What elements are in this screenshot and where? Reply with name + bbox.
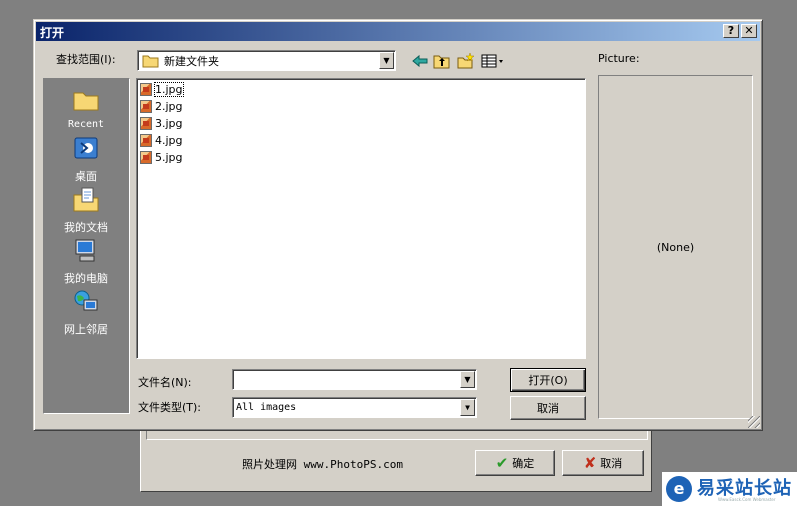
dialog-title: 打开	[40, 26, 65, 40]
filename-label: 文件名(N):	[138, 376, 192, 389]
my-documents-icon	[73, 187, 99, 212]
place-network-places[interactable]: 网上邻居	[45, 288, 127, 337]
file-name: 5.jpg	[155, 150, 183, 164]
file-list[interactable]	[136, 78, 586, 359]
place-my-computer[interactable]: 我的电脑	[45, 237, 127, 286]
checkmark-icon: ✔	[495, 454, 509, 472]
filetype-value: All images	[236, 402, 297, 413]
place-recent[interactable]: Recent	[45, 86, 127, 130]
chevron-down-icon[interactable]: ▼	[460, 371, 475, 388]
file-name: 3.jpg	[155, 116, 183, 130]
ok-button-label: 确定	[512, 457, 535, 470]
close-button[interactable]: ✕	[741, 24, 757, 38]
place-label: Recent	[67, 119, 105, 130]
jpg-file-icon	[140, 150, 152, 164]
list-item[interactable]: 4.jpg	[140, 132, 183, 148]
place-label: 我的电脑	[64, 272, 108, 285]
view-menu-icon[interactable]	[480, 52, 506, 70]
jpg-file-icon	[140, 99, 152, 113]
picture-label: Picture:	[598, 52, 640, 65]
list-item[interactable]: 5.jpg	[140, 149, 183, 165]
look-in-dropdown[interactable]: 新建文件夹 ▼	[137, 50, 396, 71]
place-label: 我的文档	[64, 221, 108, 234]
new-folder-icon[interactable]	[456, 52, 476, 70]
folder-icon	[142, 55, 159, 67]
recent-folder-icon	[73, 92, 99, 111]
preview-panel: (None)	[598, 75, 753, 419]
chevron-down-icon[interactable]: ▼	[379, 52, 394, 69]
watermark-logo-icon: e	[666, 476, 692, 502]
jpg-file-icon	[140, 116, 152, 130]
back-arrow-icon[interactable]	[410, 52, 430, 70]
filename-input[interactable]: ▼	[232, 369, 477, 390]
jpg-file-icon	[140, 82, 152, 96]
background-window-label: 照片处理网 www.PhotoPS.com	[242, 458, 403, 471]
watermark-subtext: Www.Easck.Com Webmaster	[718, 497, 776, 502]
file-name: 4.jpg	[155, 133, 183, 147]
ok-button[interactable]: ✔ 确定	[475, 450, 555, 476]
cross-icon: ✘	[583, 454, 597, 472]
background-cancel-button[interactable]: ✘ 取消	[562, 450, 644, 476]
file-name: 1.jpg	[154, 81, 184, 97]
my-computer-icon	[75, 239, 95, 262]
network-places-icon	[74, 290, 98, 311]
preview-text: (None)	[656, 240, 695, 254]
place-label: 桌面	[75, 170, 97, 183]
place-desktop[interactable]: 桌面	[45, 135, 127, 184]
file-name: 2.jpg	[155, 99, 183, 113]
title-bar[interactable]	[36, 22, 760, 41]
help-button[interactable]: ?	[723, 24, 739, 38]
up-folder-icon[interactable]	[432, 52, 452, 70]
filetype-dropdown[interactable]: All images ▼	[232, 397, 477, 418]
cancel-button[interactable]: 取消	[510, 396, 586, 420]
look-in-label: 查找范围(I):	[56, 53, 116, 66]
background-window-divider	[146, 430, 648, 440]
list-item[interactable]: 3.jpg	[140, 115, 183, 131]
look-in-value: 新建文件夹	[164, 54, 219, 68]
desktop-icon	[74, 137, 98, 159]
list-item[interactable]: 1.jpg	[140, 81, 184, 97]
filetype-label: 文件类型(T):	[138, 401, 202, 414]
list-item[interactable]: 2.jpg	[140, 98, 183, 114]
open-button[interactable]: 打开(O)	[510, 368, 586, 392]
background-cancel-label: 取消	[600, 457, 623, 470]
place-my-documents[interactable]: 我的文档	[45, 186, 127, 235]
resize-grip[interactable]	[748, 416, 760, 428]
chevron-down-icon[interactable]: ▼	[460, 399, 475, 416]
place-label: 网上邻居	[64, 323, 108, 336]
jpg-file-icon	[140, 133, 152, 147]
